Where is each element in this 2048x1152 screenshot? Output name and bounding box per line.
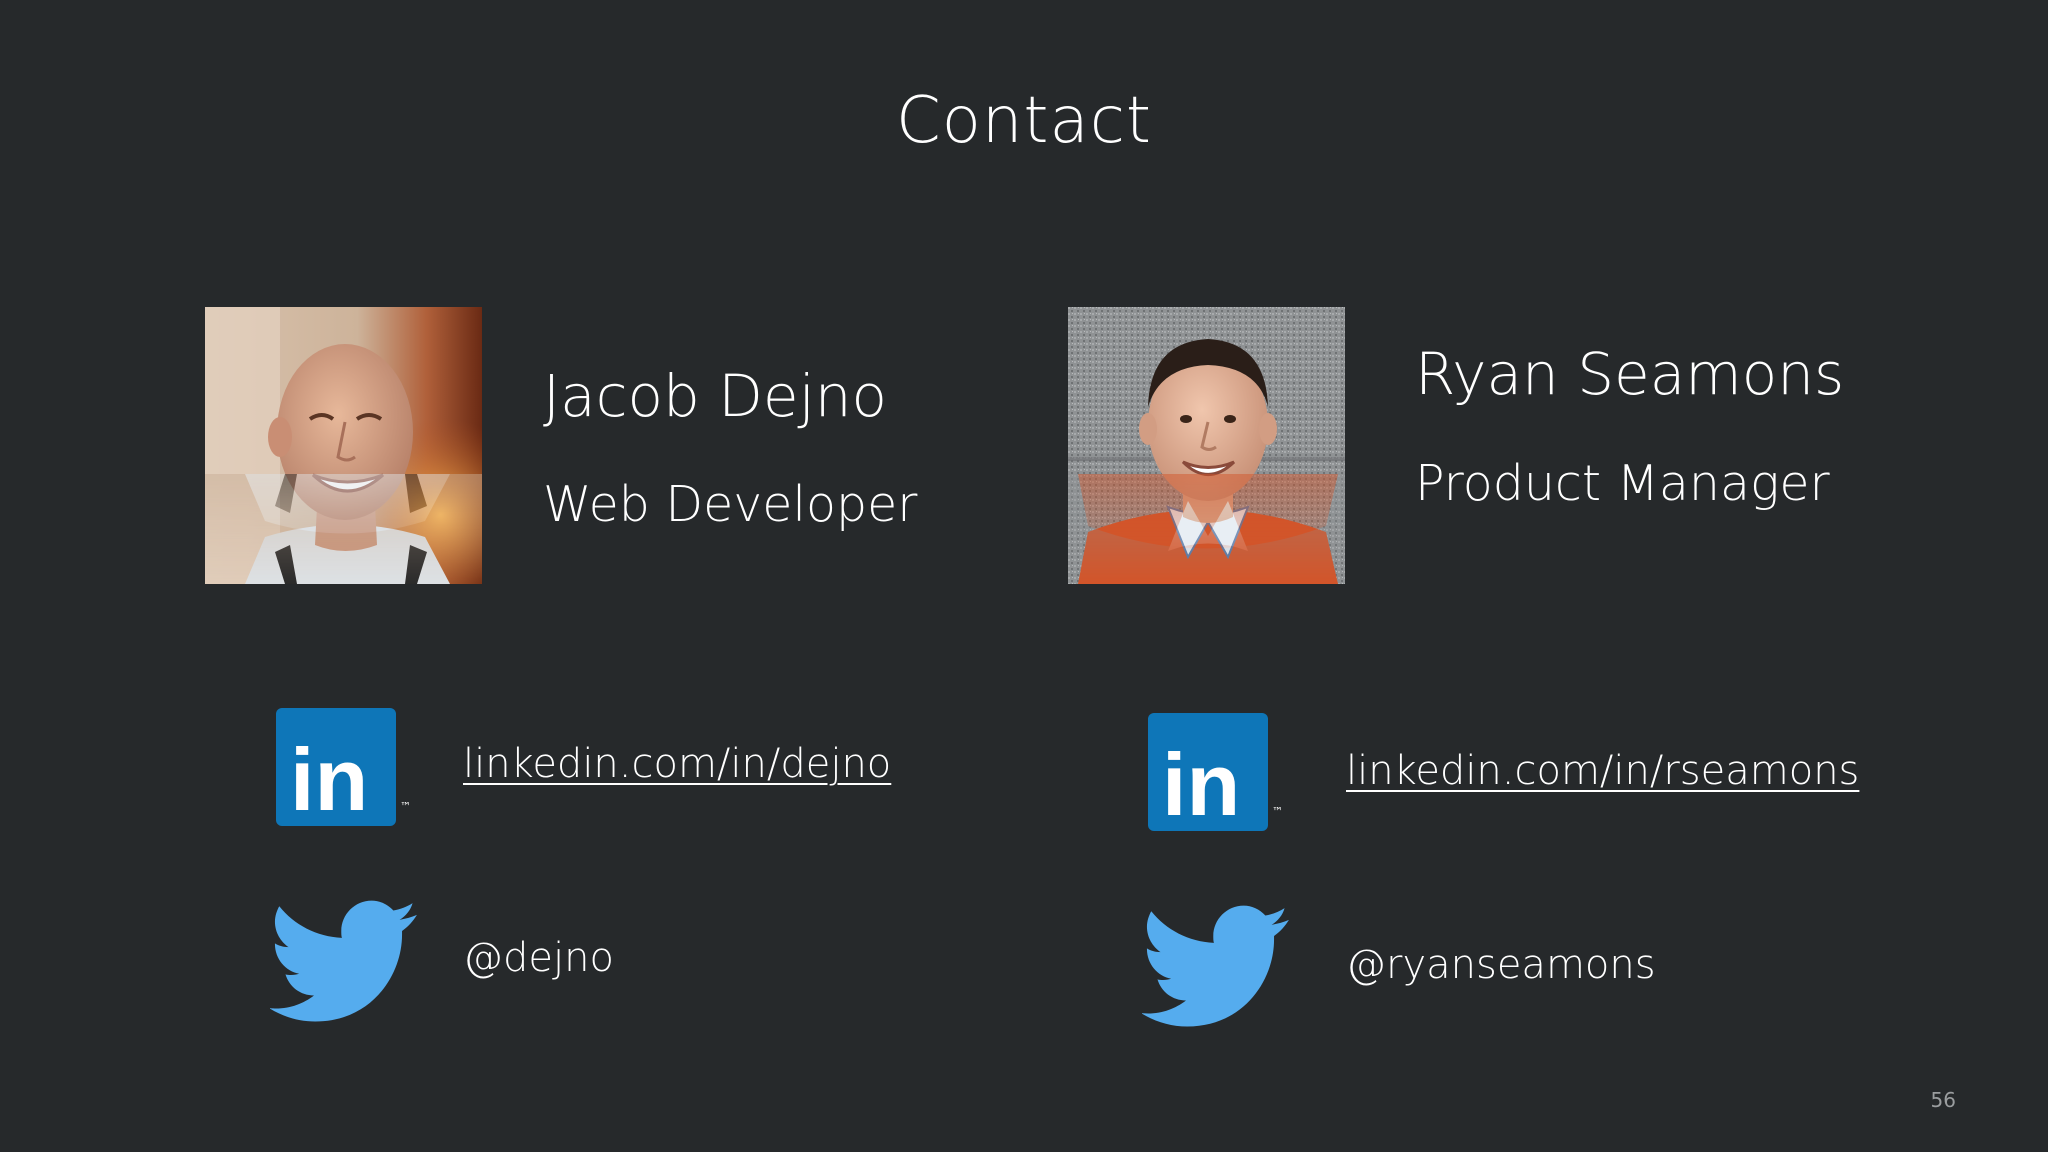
trademark-symbol: ™ — [400, 800, 411, 813]
linkedin-link[interactable]: linkedin.com/in/rseamons — [1346, 748, 1859, 794]
slide-title: Contact — [896, 84, 1152, 158]
twitter-bird-icon[interactable] — [1140, 905, 1292, 1029]
twitter-handle[interactable]: @ryanseamons — [1346, 942, 1656, 988]
trademark-symbol: ™ — [1272, 805, 1283, 818]
person-name: Ryan Seamons — [1415, 340, 1845, 408]
twitter-handle[interactable]: @dejno — [463, 935, 614, 981]
twitter-bird-icon[interactable] — [268, 900, 420, 1024]
person-name: Jacob Dejno — [543, 362, 887, 430]
profile-photo-ryan — [1068, 307, 1345, 584]
person-role: Web Developer — [543, 476, 918, 533]
page-number: 56 — [1930, 1088, 1956, 1112]
linkedin-link[interactable]: linkedin.com/in/dejno — [463, 741, 891, 787]
linkedin-icon[interactable]: in ™ — [1148, 713, 1283, 834]
profile-photo-jacob — [205, 307, 482, 584]
linkedin-mark-text: in — [290, 730, 368, 826]
linkedin-icon[interactable]: in ™ — [276, 708, 411, 829]
linkedin-mark-text: in — [1162, 735, 1240, 831]
person-role: Product Manager — [1415, 455, 1830, 512]
